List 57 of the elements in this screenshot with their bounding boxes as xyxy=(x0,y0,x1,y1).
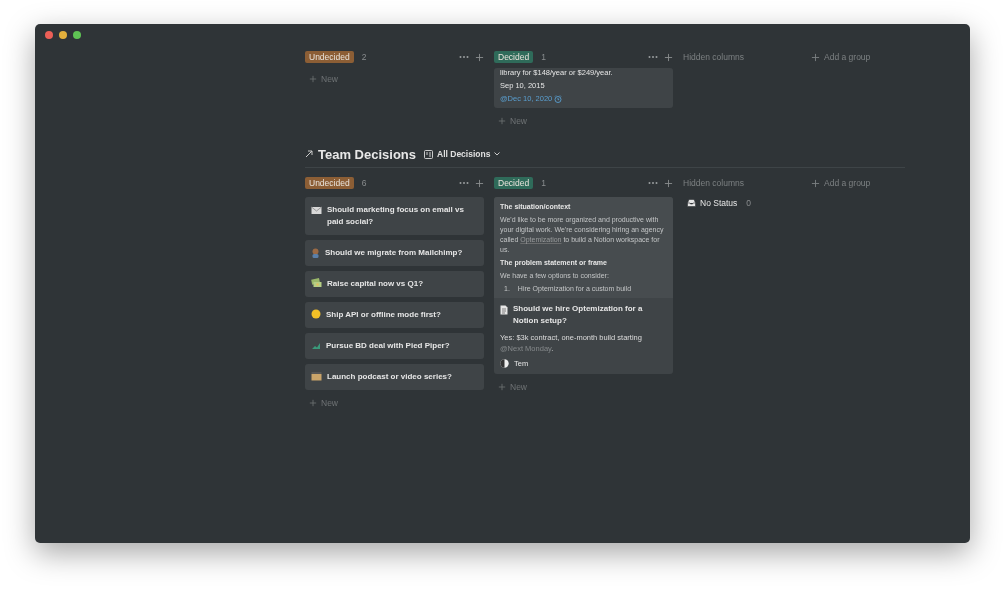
group-count: 2 xyxy=(361,52,368,62)
status-tag: Decided xyxy=(494,51,534,63)
add-icon[interactable] xyxy=(475,178,484,188)
card-title: Should we hire Optemization for a Notion setup? xyxy=(513,303,644,327)
card-title: Raise capital now vs Q1? xyxy=(327,278,424,290)
clapper-icon xyxy=(311,371,322,381)
status-tag: Undecided xyxy=(305,51,354,63)
card-title: Ship API or offline mode first? xyxy=(326,309,441,321)
view-selector[interactable]: All Decisions xyxy=(424,149,501,159)
group-count: 1 xyxy=(541,52,547,62)
document-icon xyxy=(500,305,508,315)
decision-card[interactable]: Ship API or offline mode first? xyxy=(305,302,484,328)
inbox-icon xyxy=(687,199,696,207)
alarm-clock-icon xyxy=(554,94,563,103)
group-count: 1 xyxy=(541,178,547,188)
decision-card[interactable] xyxy=(494,197,673,374)
envelope-icon xyxy=(311,206,322,215)
avatar-icon xyxy=(500,359,509,368)
minimize-button[interactable] xyxy=(59,31,67,39)
add-icon[interactable] xyxy=(664,52,673,62)
card-title: Pursue BD deal with Pied Piper? xyxy=(326,340,450,352)
more-icon[interactable] xyxy=(648,181,658,185)
plus-icon xyxy=(811,178,820,188)
plus-icon xyxy=(498,383,506,391)
card-title: Should we migrate from Mailchimp? xyxy=(325,247,463,259)
group-count: 6 xyxy=(361,178,368,188)
decision-card[interactable]: Launch podcast or video series? xyxy=(305,364,484,390)
decision-card[interactable]: Pursue BD deal with Pied Piper? xyxy=(305,333,484,359)
board-title: Team Decisions xyxy=(318,146,417,162)
smiley-icon xyxy=(311,309,321,319)
figure-icon xyxy=(311,248,320,258)
card-title: Launch podcast or video series? xyxy=(327,371,452,383)
hidden-group-label[interactable]: No Status xyxy=(700,198,738,208)
status-tag: Decided xyxy=(494,177,534,189)
more-icon[interactable] xyxy=(459,55,469,59)
plus-icon xyxy=(811,52,820,62)
chevron-down-icon xyxy=(494,152,501,156)
more-icon[interactable] xyxy=(459,181,469,185)
hidden-columns-label: Hidden columns xyxy=(683,177,745,190)
money-icon xyxy=(311,278,322,288)
decision-card[interactable]: Should we migrate from Mailchimp? xyxy=(305,240,484,266)
card-title: Should marketing focus on email vs paid social? xyxy=(327,204,465,228)
decision-card[interactable]: Should marketing focus on email vs paid social? xyxy=(305,197,484,235)
plus-icon xyxy=(498,117,506,125)
more-icon[interactable] xyxy=(648,55,658,59)
arrow-icon xyxy=(305,150,313,158)
add-icon[interactable] xyxy=(475,52,484,62)
close-button[interactable] xyxy=(45,31,53,39)
hidden-columns-label: Hidden columns xyxy=(683,51,745,64)
plus-icon xyxy=(309,75,317,83)
zoom-button[interactable] xyxy=(73,31,81,39)
decision-card[interactable]: Raise capital now vs Q1? xyxy=(305,271,484,297)
add-icon[interactable] xyxy=(664,178,673,188)
group-count: 0 xyxy=(746,198,752,208)
board-icon xyxy=(424,149,434,159)
status-tag: Undecided xyxy=(305,177,354,189)
plus-icon xyxy=(309,399,317,407)
